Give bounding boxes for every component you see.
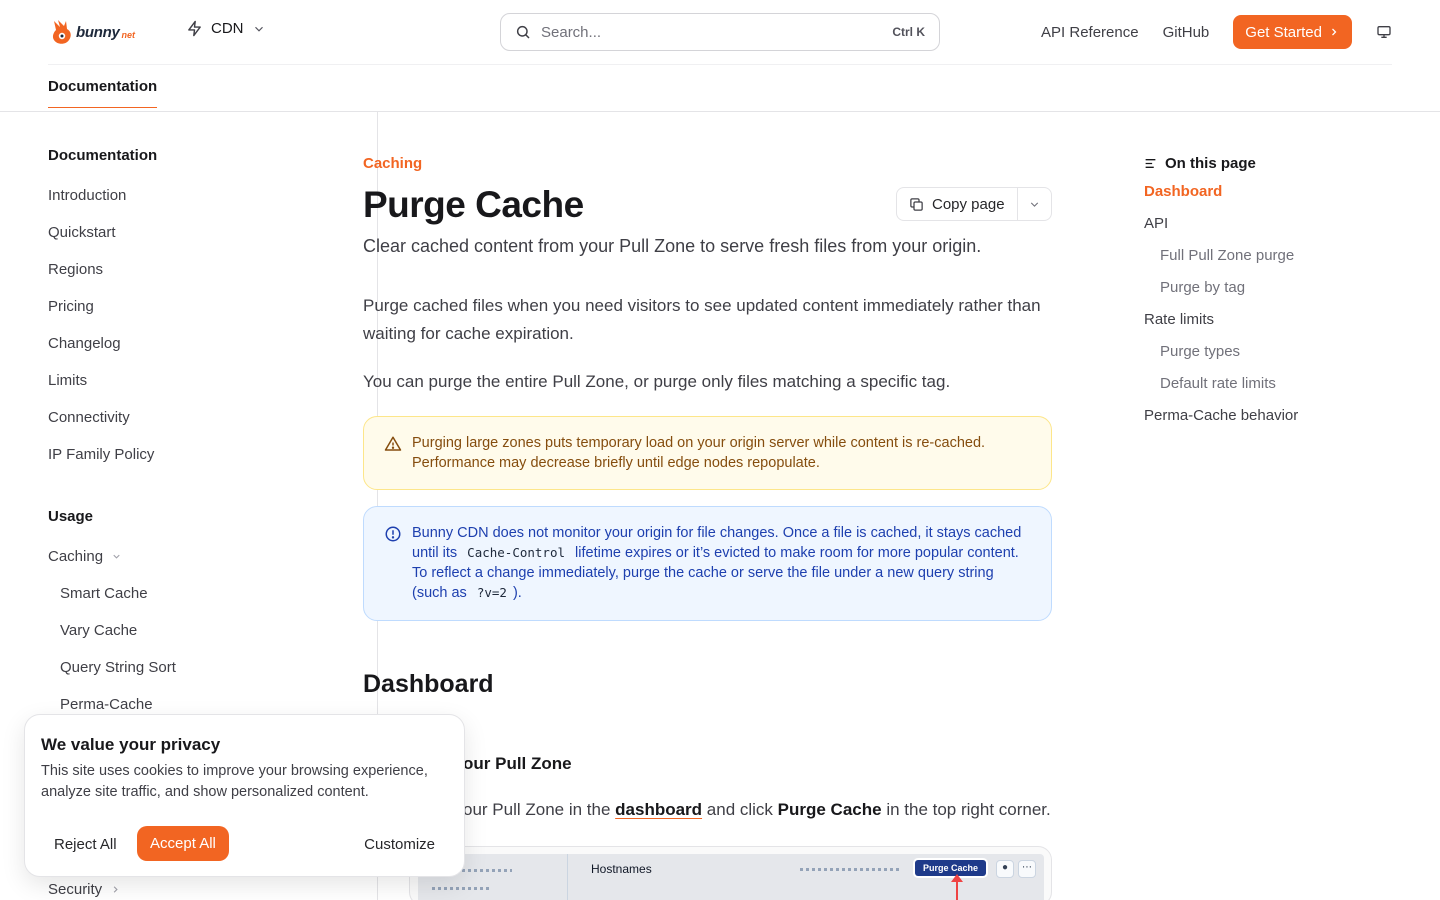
dashboard-screenshot: Hostnames Purge Cache ● ⋯ xyxy=(409,846,1052,900)
logo-suffix: net xyxy=(121,30,136,40)
api-reference-link[interactable]: API Reference xyxy=(1041,24,1139,41)
search-shortcut: Ctrl K xyxy=(892,25,925,39)
copy-page-button[interactable]: Copy page xyxy=(897,188,1018,220)
chevron-down-icon xyxy=(254,26,263,32)
chevron-down-icon xyxy=(1030,201,1038,207)
toc-heading-label: On this page xyxy=(1165,155,1256,172)
toc-item-purge-types[interactable]: Purge types xyxy=(1160,343,1240,360)
copy-icon xyxy=(910,197,923,211)
product-switcher[interactable]: CDN xyxy=(186,20,266,37)
info-text-3: ). xyxy=(512,585,522,601)
theme-toggle-monitor-icon[interactable] xyxy=(1376,24,1392,40)
breadcrumb-section[interactable]: Caching xyxy=(363,155,422,172)
logo-text: bunny xyxy=(76,23,120,41)
toc-item-full-pull-zone-purge[interactable]: Full Pull Zone purge xyxy=(1160,247,1294,264)
page-title: Purge Cache xyxy=(363,184,584,225)
toc-item-api[interactable]: API xyxy=(1144,215,1168,232)
sidebar-item-security[interactable]: Security xyxy=(48,881,121,898)
sidebar-item-ip-family-policy[interactable]: IP Family Policy xyxy=(48,446,154,463)
reject-all-button[interactable]: Reject All xyxy=(41,827,130,861)
copy-page-group: Copy page xyxy=(896,187,1052,221)
page-subtitle: Clear cached content from your Pull Zone… xyxy=(363,236,982,256)
tab-documentation[interactable]: Documentation xyxy=(48,78,158,108)
step-text-bold: Purge Cache xyxy=(777,800,882,819)
step-text-2: and click xyxy=(702,800,778,819)
warning-callout: Purging large zones puts temporary load … xyxy=(363,416,1052,490)
info-code-query: ?v=2 xyxy=(476,585,507,600)
cookie-text: This site uses cookies to improve your b… xyxy=(41,763,428,800)
sidebar-item-security-label: Security xyxy=(48,881,103,898)
sidebar-item-limits[interactable]: Limits xyxy=(48,372,87,389)
screenshot-hostnames-label: Hostnames xyxy=(591,862,652,876)
sidebar-item-caching-label: Caching xyxy=(48,548,104,565)
step-title: our Pull Zone xyxy=(463,754,572,773)
step-text-1: our Pull Zone in the xyxy=(463,800,616,819)
bunny-logo-icon xyxy=(52,20,71,44)
chevron-right-icon xyxy=(113,886,118,893)
sidebar-item-vary-cache[interactable]: Vary Cache xyxy=(60,622,137,639)
github-link[interactable]: GitHub xyxy=(1163,24,1210,41)
accept-all-button[interactable]: Accept All xyxy=(137,826,229,861)
sidebar-item-regions[interactable]: Regions xyxy=(48,261,103,278)
sidebar-item-perma-cache[interactable]: Perma-Cache xyxy=(60,696,153,713)
copy-page-menu-button[interactable] xyxy=(1018,188,1051,220)
cookie-consent-banner: We value your privacy This site uses coo… xyxy=(24,714,465,877)
sidebar-item-pricing[interactable]: Pricing xyxy=(48,298,94,315)
sidebar-item-changelog[interactable]: Changelog xyxy=(48,335,121,352)
blurred-url xyxy=(800,868,900,871)
toc-item-default-rate-limits[interactable]: Default rate limits xyxy=(1160,375,1276,392)
lightning-icon xyxy=(188,20,201,37)
chevron-down-icon xyxy=(113,554,120,559)
copy-page-label: Copy page xyxy=(932,195,1005,213)
toc-item-perma-cache-behavior[interactable]: Perma-Cache behavior xyxy=(1144,407,1298,424)
screenshot-panel: Hostnames Purge Cache ● ⋯ xyxy=(418,854,1044,900)
toc-item-purge-by-tag[interactable]: Purge by tag xyxy=(1160,279,1245,296)
sidebar-item-quickstart[interactable]: Quickstart xyxy=(48,224,116,241)
section-heading-dashboard: Dashboard xyxy=(363,670,494,698)
bunny-logo[interactable]: bunny net xyxy=(48,16,135,48)
get-started-button[interactable]: Get Started xyxy=(1233,15,1352,49)
cookie-title: We value your privacy xyxy=(41,735,221,754)
dashboard-link[interactable]: dashboard xyxy=(615,800,702,819)
toc-heading: On this page xyxy=(1144,155,1256,172)
screenshot-icon-button: ● xyxy=(996,860,1014,878)
search-icon xyxy=(516,25,530,39)
warning-triangle-icon xyxy=(384,436,402,451)
sidebar-item-caching[interactable]: Caching xyxy=(48,548,122,565)
toc-item-rate-limits[interactable]: Rate limits xyxy=(1144,311,1214,328)
sidebar-item-introduction[interactable]: Introduction xyxy=(48,187,126,204)
toc-item-dashboard[interactable]: Dashboard xyxy=(1144,183,1222,200)
sidebar-heading-documentation: Documentation xyxy=(48,147,158,164)
red-arrow-icon xyxy=(951,874,963,900)
sidebar-item-query-string-sort[interactable]: Query String Sort xyxy=(60,659,176,676)
info-callout: Bunny CDN does not monitor your origin f… xyxy=(363,506,1052,621)
info-code-cache-control: Cache-Control xyxy=(467,545,566,560)
top-links: API Reference GitHub Get Started xyxy=(1041,14,1392,50)
list-icon xyxy=(1145,159,1156,168)
product-name: CDN xyxy=(211,20,244,37)
tabs-row: Documentation xyxy=(0,64,1440,112)
sidebar-heading-usage: Usage xyxy=(48,508,94,525)
step-text: our Pull Zone in the dashboard and click… xyxy=(463,800,1051,820)
sidebar-item-smart-cache[interactable]: Smart Cache xyxy=(60,585,148,602)
warning-text: Purging large zones puts temporary load … xyxy=(412,435,986,471)
customize-button[interactable]: Customize xyxy=(351,827,448,861)
get-started-label: Get Started xyxy=(1245,23,1322,41)
chevron-right-icon xyxy=(1332,28,1337,36)
sidebar-item-connectivity[interactable]: Connectivity xyxy=(48,409,130,426)
screenshot-more-icon: ⋯ xyxy=(1018,860,1036,878)
info-circle-icon xyxy=(385,526,401,542)
search-input[interactable]: Search... Ctrl K xyxy=(500,13,940,51)
intro-paragraph: Purge cached files when you need visitor… xyxy=(363,296,1041,343)
blurred-text xyxy=(432,887,492,890)
top-bar: bunny net CDN Search... Ctrl K API Refer… xyxy=(0,0,1440,64)
search-placeholder: Search... xyxy=(541,23,602,41)
step-text-3: in the top right corner. xyxy=(881,800,1051,819)
purge-options-paragraph: You can purge the entire Pull Zone, or p… xyxy=(363,372,951,391)
